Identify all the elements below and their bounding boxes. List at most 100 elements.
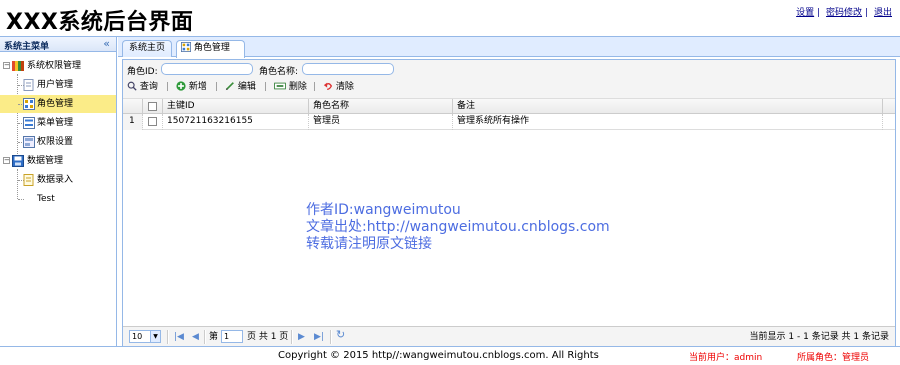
sidebar-item-menu-management[interactable]: 菜单管理 [0,114,116,132]
app-header: XXX系统后台界面 设置 | 密码修改 | 退出 [0,0,900,37]
cell-id: 150721163216155 [163,114,309,130]
sidebar: 系统主菜单 « − 系统权限管理 用户管理 角色管理 菜单管理 权限设置 − 数… [0,37,117,346]
first-page-icon[interactable]: |◀ [174,331,184,343]
save-disk-icon [12,155,24,167]
pager-separator [291,330,293,344]
settings-link[interactable]: 设置 [796,8,814,18]
tree-group-system-permissions[interactable]: − 系统权限管理 [0,57,116,75]
delete-label: 删除 [288,82,307,92]
page-size-select[interactable]: 10 ▼ [129,330,161,343]
toolbar-separator: | [264,82,268,92]
watermark-notice: 转载请注明原文链接 [306,236,432,252]
last-page-icon[interactable]: ▶| [314,331,324,343]
role-name-label: 角色名称: [259,67,299,77]
sidebar-item-user-management[interactable]: 用户管理 [0,76,116,94]
logout-link[interactable]: 退出 [874,8,892,18]
watermark-source: 文章出处:http://wangweimutou.cnblogs.com [306,219,610,235]
search-icon [127,81,137,91]
add-label: 新增 [188,82,207,92]
collapse-sidebar-icon[interactable]: « [103,37,110,51]
page-icon [23,79,34,91]
role-name-input[interactable] [302,63,394,75]
sidebar-item-test[interactable]: Test [0,190,116,208]
sidebar-title: 系统主菜单 [4,42,50,52]
collapse-toggle-icon[interactable]: − [3,157,10,164]
tab-role-management[interactable]: 角色管理× [176,40,245,68]
pager-separator [330,330,332,344]
tab-label: 系统主页 [129,43,166,53]
tree-group-data-management[interactable]: − 数据管理 [0,152,116,170]
column-header-remarks[interactable]: 备注 [453,99,883,115]
column-header-role-name[interactable]: 角色名称 [309,99,453,115]
change-password-link[interactable]: 密码修改 [826,8,862,18]
row-checkbox[interactable] [148,117,157,126]
page-total: 页 共 1 页 [247,332,289,342]
toolbar-separator: | [215,82,219,92]
tab-home[interactable]: 系统主页 [122,40,172,57]
search-toolbar: 角色ID: 角色名称: 查询 | 新增 | 编辑 | 删除 | 清除 [123,60,895,98]
delete-icon [274,82,286,90]
clear-label: 清除 [335,82,354,92]
tree-connector [18,199,24,200]
sidebar-item-label: Test [37,194,55,204]
next-page-icon[interactable]: ▶ [298,331,305,343]
undo-icon [323,82,333,90]
author-watermark: 作者ID:wangweimutou 文章出处:http://wangweimut… [306,202,610,253]
sidebar-header: 系统主菜单 « [0,37,116,52]
sidebar-item-label: 权限设置 [37,137,74,147]
row-number-header [123,99,143,115]
top-links: 设置 | 密码修改 | 退出 [796,5,892,18]
chevron-down-icon: ▼ [150,331,160,342]
current-role: 所属角色：管理员 [797,353,870,363]
select-all-header [143,99,163,115]
table-row[interactable]: 1 150721163216155 管理员 管理系统所有操作 [123,114,895,130]
query-label: 查询 [139,82,158,92]
query-button[interactable]: 查询 [127,81,158,94]
sidebar-item-label: 用户管理 [37,80,74,90]
pencil-icon [225,82,234,91]
menu-list-icon [23,117,35,129]
tab-label: 角色管理 [193,43,230,53]
select-all-checkbox[interactable] [148,102,157,111]
folder-books-icon [12,61,24,71]
tree-group-label: 数据管理 [27,156,64,166]
edit-button[interactable]: 编辑 [225,81,256,94]
clear-button[interactable]: 清除 [323,81,354,94]
role-panel: 角色ID: 角色名称: 查询 | 新增 | 编辑 | 删除 | 清除 主键ID … [122,59,896,346]
role-id-input[interactable] [161,63,253,75]
delete-button[interactable]: 删除 [274,81,307,94]
row-select-cell [143,114,163,130]
row-number: 1 [123,114,143,130]
tab-strip: 系统主页 角色管理× [118,37,900,68]
link-separator: | [865,8,869,18]
toolbar-separator: | [313,82,317,92]
collapse-toggle-icon[interactable]: − [3,62,10,69]
page-number-input[interactable] [221,330,243,343]
sidebar-item-label: 菜单管理 [37,118,74,128]
add-button[interactable]: 新增 [176,81,207,94]
footer: Copyright © 2015 http//:wangweimutou.cnb… [0,346,900,365]
grid-header: 主键ID 角色名称 备注 [123,98,895,115]
cell-remarks: 管理系统所有操作 [453,114,883,130]
add-icon [176,81,186,91]
toolbar-separator: | [166,82,170,92]
current-user: 当前用户：admin [689,353,763,363]
sidebar-item-role-management[interactable]: 角色管理 [0,95,116,113]
role-grid-icon [23,98,35,110]
document-icon [23,174,34,186]
link-separator: | [817,8,821,18]
refresh-icon[interactable]: ↻ [336,329,345,341]
edit-label: 编辑 [237,82,256,92]
prev-page-icon[interactable]: ◀ [192,331,199,343]
cell-role-name: 管理员 [309,114,453,130]
sidebar-item-label: 角色管理 [37,99,74,109]
pager-summary: 当前显示 1 - 1 条记录 共 1 条记录 [749,332,889,342]
main-area: 系统主页 角色管理× 角色ID: 角色名称: 查询 [118,37,900,346]
sidebar-item-label: 数据录入 [37,175,74,185]
sidebar-item-data-entry[interactable]: 数据录入 [0,171,116,189]
sidebar-item-permission-settings[interactable]: 权限设置 [0,133,116,151]
column-header-id[interactable]: 主键ID [163,99,309,115]
tree-group-label: 系统权限管理 [27,61,82,71]
page-size-value: 10 [132,332,143,341]
copyright-text: Copyright © 2015 http//:wangweimutou.cnb… [278,350,599,361]
